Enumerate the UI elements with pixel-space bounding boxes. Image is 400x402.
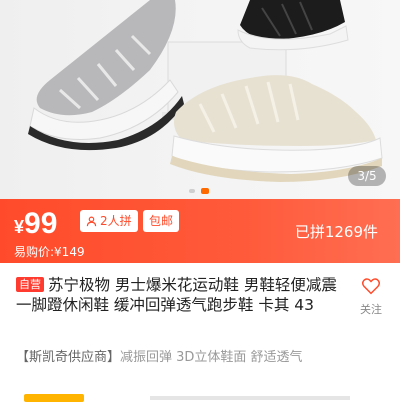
product-title: 自营 苏宁极物 男士爆米花运动鞋 男鞋轻便减震一脚蹬休闲鞋 缓冲回弹透气跑步鞋 卡… [16,275,346,315]
promo-line: 【斯凯奇供应商】减振回弹 3D立体鞋面 舒适透气 [16,346,303,365]
product-image [28,0,383,182]
free-shipping-badge: 包邮 [143,210,180,232]
section-divider-line [150,396,350,400]
product-info: 自营 苏宁极物 男士爆米花运动鞋 男鞋轻便减震一脚蹬休闲鞋 缓冲回弹透气跑步鞋 卡… [0,263,400,341]
promo-text: 减振回弹 3D立体鞋面 舒适透气 [120,350,303,365]
carousel-dot-active[interactable] [201,188,209,194]
price-bar: ¥99 2人拼 包邮 易购价:¥149 已拼1269件 [0,199,400,263]
carousel-dots [189,188,209,194]
group-buy-badge: 2人拼 [80,210,138,232]
price-value: 99 [24,207,58,240]
promo-brand: 【斯凯奇供应商】 [16,350,121,365]
product-title-text: 苏宁极物 男士爆米花运动鞋 男鞋轻便减震一脚蹬休闲鞋 缓冲回弹透气跑步鞋 卡其 … [16,276,337,314]
next-section-preview [0,380,400,402]
suning-logo [24,394,84,402]
group-price: ¥99 [14,207,57,241]
follow-label: 关注 [360,303,382,316]
heart-icon [361,278,381,295]
person-icon [86,216,97,226]
group-buy-label: 2人拼 [100,214,132,228]
product-image-gallery[interactable]: 3/5 [0,0,400,199]
image-counter: 3/5 [348,166,386,186]
carousel-dot[interactable] [189,189,195,193]
follow-button[interactable]: 关注 [354,277,388,317]
joined-count: 已拼1269件 [294,223,378,241]
price-currency: ¥ [14,217,25,237]
self-operated-tag: 自营 [16,277,44,292]
easybuy-price: 易购价:¥149 [14,245,85,259]
